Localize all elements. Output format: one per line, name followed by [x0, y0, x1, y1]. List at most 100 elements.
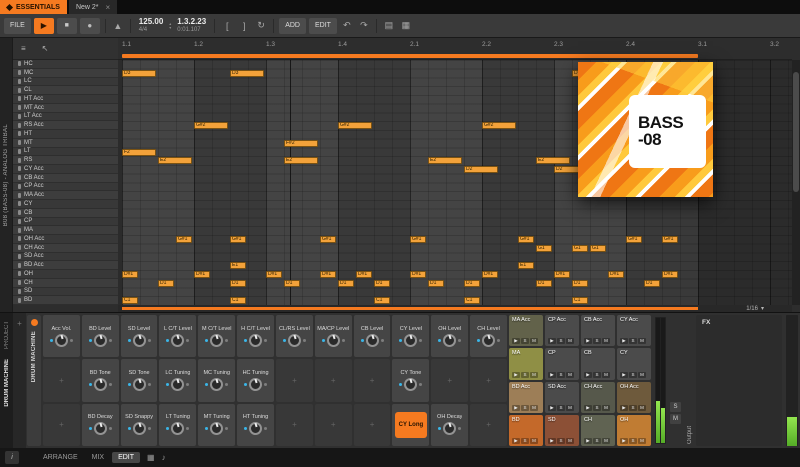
midi-note-d-1[interactable]: D#1 — [320, 271, 336, 278]
lane-row[interactable]: MC — [13, 68, 118, 78]
knob-ma-cp-level[interactable]: MA/CP Level — [314, 315, 352, 358]
pad-mute-button[interactable]: M — [530, 438, 538, 444]
play-button[interactable]: ▶ — [33, 17, 54, 34]
device-power-button[interactable] — [30, 319, 38, 326]
knob-dial[interactable] — [249, 333, 263, 347]
pad-solo-button[interactable]: S — [557, 438, 565, 444]
pad-play-icon[interactable]: ▶ — [584, 338, 592, 345]
midi-note-d1[interactable]: D1 — [284, 279, 300, 287]
drum-pad-ch[interactable]: CH ▶ S M — [581, 414, 615, 446]
drum-pad-cb-acc[interactable]: CB Acc ▶ S M — [581, 315, 615, 347]
midi-note-e1[interactable]: E1 — [230, 262, 246, 270]
pad-mute-button[interactable]: M — [566, 404, 574, 411]
pad-solo-button[interactable]: S — [629, 371, 637, 378]
knob-dial[interactable] — [443, 422, 457, 436]
pad-play-icon[interactable]: ▶ — [584, 404, 592, 411]
panel-side-tab[interactable]: PROJECT — [4, 321, 10, 349]
fx-chain-panel[interactable]: FX — [696, 315, 782, 446]
pointer-tool-icon[interactable]: ↖ — [42, 44, 49, 53]
lane-row[interactable]: MA — [13, 226, 118, 235]
toggle-button[interactable]: CY Long — [395, 411, 427, 438]
drum-pad-ma[interactable]: MA ▶ S M — [509, 348, 543, 380]
pad-solo-button[interactable]: S — [593, 371, 601, 378]
record-button[interactable]: ● — [79, 17, 100, 34]
midi-note-d-1[interactable]: D#1 — [662, 271, 678, 278]
pad-mute-button[interactable]: M — [638, 404, 646, 411]
lane-row[interactable]: MA Acc — [13, 191, 118, 200]
lane-menu-icon[interactable]: ≡ — [21, 44, 26, 53]
lane-row[interactable]: HT Acc — [13, 95, 118, 104]
lane-row[interactable]: CY — [13, 200, 118, 209]
close-icon[interactable]: × — [106, 3, 111, 12]
pad-mute-button[interactable]: M — [566, 371, 574, 378]
pad-mute-button[interactable]: M — [638, 338, 646, 345]
note-editor-toggle-icon[interactable]: ▦ — [147, 453, 155, 462]
knob-oh-decay[interactable]: OH Decay — [431, 403, 469, 446]
midi-note-d-1[interactable]: D#1 — [482, 271, 498, 278]
pad-play-icon[interactable]: ▶ — [548, 338, 556, 345]
pad-solo-button[interactable]: S — [521, 371, 529, 378]
pad-mute-button[interactable]: M — [602, 438, 610, 444]
info-button[interactable]: i — [5, 451, 19, 464]
drum-pad-sd[interactable]: SD ▶ S M — [545, 414, 579, 446]
midi-note-f2[interactable]: F2 — [122, 148, 156, 156]
drum-pad-oh-acc[interactable]: OH Acc ▶ S M — [617, 381, 651, 413]
knob-dial[interactable] — [171, 377, 185, 391]
drum-pad-cy[interactable]: CY ▶ S M — [617, 348, 651, 380]
knob-bd-level[interactable]: BD Level — [81, 315, 119, 358]
empty-macro-slot[interactable]: + — [431, 359, 469, 402]
midi-note-d2[interactable]: D2 — [464, 166, 498, 173]
punch-in-icon[interactable]: [ — [220, 21, 234, 31]
knob-dial[interactable] — [404, 377, 418, 391]
midi-note-f-2[interactable]: F#2 — [284, 139, 318, 147]
midi-note-g-2[interactable]: G#2 — [482, 122, 516, 130]
grid-setting[interactable]: 1/16 ▾ — [746, 305, 764, 313]
midi-note-e1[interactable]: E1 — [518, 262, 534, 270]
knob-dial[interactable] — [171, 333, 185, 347]
midi-note-g-2[interactable]: G#2 — [194, 122, 228, 130]
add-device-icon[interactable]: + — [17, 319, 22, 448]
pad-solo-button[interactable]: S — [521, 338, 529, 345]
lane-row[interactable]: BD Acc — [13, 261, 118, 270]
pad-mute-button[interactable]: M — [566, 438, 574, 444]
midi-note-g-1[interactable]: G#1 — [518, 236, 534, 243]
knob-dial[interactable] — [249, 377, 263, 391]
lane-row[interactable]: CP Acc — [13, 182, 118, 192]
tempo-stepper[interactable]: ▴ ▾ — [169, 22, 171, 29]
pad-play-icon[interactable]: ▶ — [512, 404, 520, 411]
midi-note-g-1[interactable]: G#1 — [230, 236, 246, 243]
midi-note-e2[interactable]: E2 — [428, 157, 462, 165]
midi-note-d1[interactable]: D1 — [536, 279, 552, 287]
pad-play-icon[interactable]: ▶ — [620, 438, 628, 444]
drum-pad-ma-acc[interactable]: MA Acc ▶ S M — [509, 315, 543, 347]
pad-mute-button[interactable]: M — [566, 338, 574, 345]
lane-row[interactable]: CH Acc — [13, 243, 118, 253]
knob-bd-tone[interactable]: BD Tone — [81, 359, 119, 402]
pad-play-icon[interactable]: ▶ — [584, 371, 592, 378]
knob-dial[interactable] — [54, 333, 68, 347]
pad-solo-button[interactable]: S — [629, 438, 637, 444]
pad-mute-button[interactable]: M — [530, 404, 538, 411]
empty-macro-slot[interactable]: + — [314, 403, 352, 446]
view-tab[interactable]: EDIT — [112, 452, 141, 463]
knob-dial[interactable] — [93, 422, 107, 436]
stepper-down-icon[interactable]: ▾ — [169, 25, 171, 30]
knob-dial[interactable] — [93, 333, 107, 347]
solo-button[interactable]: S — [670, 402, 681, 412]
empty-macro-slot[interactable]: + — [43, 403, 80, 446]
pad-mute-button[interactable]: M — [530, 338, 538, 345]
knob-dial[interactable] — [287, 333, 301, 347]
knob-dial[interactable] — [171, 422, 185, 436]
tempo-display[interactable]: 125.00 4/4 — [136, 17, 166, 33]
pad-solo-button[interactable]: S — [557, 404, 565, 411]
lane-row[interactable]: LT — [13, 147, 118, 157]
midi-note-d-1[interactable]: D#1 — [608, 271, 624, 278]
knob-dial[interactable] — [326, 333, 340, 347]
knob-sd-level[interactable]: SD Level — [120, 315, 158, 358]
pad-solo-button[interactable]: S — [521, 438, 529, 444]
empty-macro-slot[interactable]: + — [353, 359, 391, 402]
pad-mute-button[interactable]: M — [638, 371, 646, 378]
knob-cy-level[interactable]: CY Level — [392, 315, 430, 358]
midi-note-g-1[interactable]: G#1 — [626, 236, 642, 243]
redo-icon[interactable]: ↷ — [357, 20, 371, 31]
